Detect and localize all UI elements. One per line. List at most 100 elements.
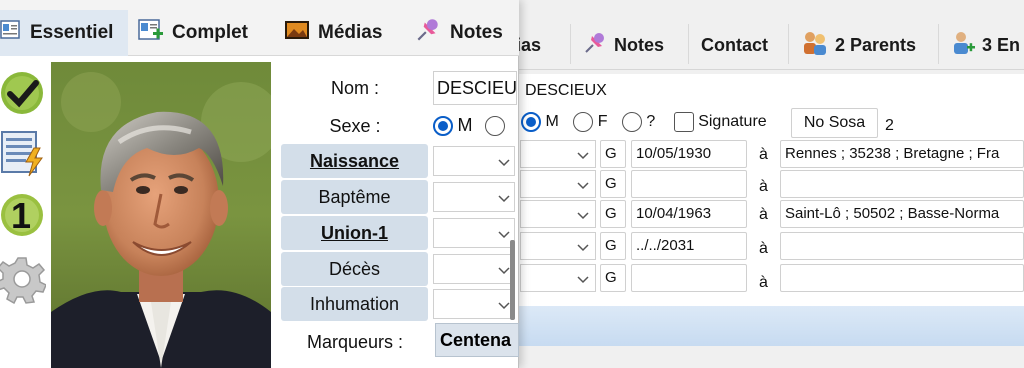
chevron-down-icon bbox=[577, 212, 589, 220]
sex-radio-f[interactable] bbox=[484, 115, 505, 136]
background-tab-bar: dias Notes Contact 2 Parents 3 En bbox=[505, 18, 1024, 70]
checkmark-icon[interactable] bbox=[0, 70, 46, 121]
gear-icon[interactable] bbox=[0, 254, 47, 309]
essential-icon bbox=[0, 19, 22, 47]
background-status-band bbox=[515, 306, 1024, 346]
tab-label: Complet bbox=[172, 22, 248, 43]
place-input[interactable] bbox=[780, 170, 1024, 198]
person-photo[interactable] bbox=[51, 62, 271, 368]
background-form: DESCIEUX M F ? Signature No Sosa 2 G 10/… bbox=[515, 74, 1024, 314]
tab-bar: Essentiel Complet Médias Notes bbox=[0, 10, 519, 56]
place-input[interactable] bbox=[780, 232, 1024, 260]
event-type-dropdown[interactable] bbox=[520, 140, 596, 168]
date-input[interactable] bbox=[631, 264, 747, 292]
tab-notes-back[interactable]: Notes bbox=[582, 30, 664, 60]
chevron-down-icon bbox=[577, 152, 589, 160]
date-input[interactable] bbox=[631, 170, 747, 198]
name-value-back: DESCIEUX bbox=[525, 82, 607, 99]
signature-checkbox[interactable] bbox=[673, 112, 694, 132]
event-type-dropdown[interactable] bbox=[520, 232, 596, 260]
sosa-number: 2 bbox=[885, 117, 894, 134]
event-button-bapteme[interactable]: Baptême bbox=[281, 180, 428, 214]
at-label: à bbox=[759, 146, 768, 163]
sex-radio-m-label: M bbox=[457, 115, 473, 135]
chevron-down-icon bbox=[577, 182, 589, 190]
date-qualifier-button[interactable]: G bbox=[600, 140, 626, 168]
tab-label: Notes bbox=[450, 22, 503, 43]
tab-essentiel[interactable]: Essentiel bbox=[0, 10, 128, 56]
event-button-deces[interactable]: Décès bbox=[281, 252, 428, 286]
name-input[interactable]: DESCIEU bbox=[433, 71, 517, 105]
chevron-down-icon bbox=[498, 231, 510, 239]
date-qualifier-button[interactable]: G bbox=[600, 232, 626, 260]
inhumation-dropdown[interactable] bbox=[433, 289, 515, 319]
tab-label: Contact bbox=[701, 34, 768, 55]
union-dropdown[interactable] bbox=[433, 218, 515, 248]
tab-parents-back[interactable]: 2 Parents bbox=[801, 30, 916, 60]
chevron-down-icon bbox=[577, 276, 589, 284]
pushpin-icon bbox=[582, 30, 608, 61]
place-input[interactable] bbox=[780, 264, 1024, 292]
event-type-dropdown[interactable] bbox=[520, 170, 596, 198]
side-toolbar: 1 bbox=[0, 56, 48, 368]
sex-radio-m-label: M bbox=[545, 113, 559, 130]
sex-radio-unknown[interactable] bbox=[621, 112, 642, 132]
date-input[interactable]: 10/05/1930 bbox=[631, 140, 747, 168]
sex-label: Sexe : bbox=[329, 116, 381, 136]
chevron-down-icon bbox=[498, 302, 510, 310]
person-editor-window: Essentiel Complet Médias Notes 1 Nom: D… bbox=[0, 0, 519, 368]
tab-label: Essentiel bbox=[30, 22, 114, 43]
event-type-dropdown[interactable] bbox=[520, 264, 596, 292]
at-label: à bbox=[759, 240, 768, 257]
date-input[interactable]: ../../2031 bbox=[631, 232, 747, 260]
tab-medias[interactable]: Médias bbox=[284, 10, 382, 56]
at-label: à bbox=[759, 178, 768, 195]
parents-icon bbox=[801, 30, 829, 61]
markers-button[interactable]: Centena bbox=[435, 323, 519, 357]
chevron-down-icon bbox=[577, 244, 589, 252]
background-footer bbox=[515, 346, 1024, 368]
date-qualifier-button[interactable]: G bbox=[600, 200, 626, 228]
date-qualifier-button[interactable]: G bbox=[600, 170, 626, 198]
event-type-dropdown[interactable] bbox=[520, 200, 596, 228]
tab-label: 3 En bbox=[982, 34, 1021, 55]
chevron-down-icon bbox=[498, 195, 510, 203]
sosa-button[interactable]: No Sosa bbox=[791, 108, 878, 138]
media-icon bbox=[284, 19, 310, 47]
complete-icon bbox=[138, 18, 164, 48]
at-label: à bbox=[759, 206, 768, 223]
tab-label: Médias bbox=[318, 22, 383, 43]
signature-label: Signature bbox=[698, 113, 767, 130]
date-qualifier-button[interactable]: G bbox=[600, 264, 626, 292]
name-label: Nom : bbox=[330, 78, 379, 98]
sex-radio-m[interactable] bbox=[433, 115, 453, 136]
markers-label: Marqueurs : bbox=[306, 332, 404, 352]
place-input[interactable]: Rennes ; 35238 ; Bretagne ; Fra bbox=[780, 140, 1024, 168]
deces-dropdown[interactable] bbox=[433, 254, 515, 284]
bapteme-dropdown[interactable] bbox=[433, 182, 515, 212]
date-input[interactable]: 10/04/1963 bbox=[631, 200, 747, 228]
number-one-badge-text: 1 bbox=[11, 195, 32, 236]
sex-radio-f[interactable] bbox=[573, 112, 594, 132]
tab-complet[interactable]: Complet bbox=[138, 10, 248, 56]
lightning-document-icon[interactable] bbox=[0, 128, 46, 185]
sex-radio-unknown-label: ? bbox=[646, 113, 656, 130]
vertical-scrollbar[interactable] bbox=[510, 240, 515, 320]
sex-radio-group-back: M F ? Signature bbox=[521, 112, 767, 132]
pushpin-icon bbox=[414, 16, 442, 50]
tab-children-back[interactable]: 3 En bbox=[950, 30, 1020, 60]
person-add-icon bbox=[950, 30, 976, 61]
chevron-down-icon bbox=[498, 159, 510, 167]
event-button-naissance[interactable]: Naissance bbox=[281, 144, 428, 178]
tab-label: Notes bbox=[614, 34, 665, 55]
tab-notes[interactable]: Notes bbox=[414, 10, 503, 56]
place-input[interactable]: Saint-Lô ; 50502 ; Basse-Norma bbox=[780, 200, 1024, 228]
event-button-union-1[interactable]: Union-1 bbox=[281, 216, 428, 250]
tab-contact-back[interactable]: Contact bbox=[701, 30, 768, 60]
sex-radio-m[interactable] bbox=[521, 112, 541, 132]
naissance-dropdown[interactable] bbox=[433, 146, 515, 176]
sex-radio-group: M bbox=[433, 115, 505, 136]
sex-radio-f-label: F bbox=[597, 113, 608, 130]
event-button-inhumation[interactable]: Inhumation bbox=[281, 287, 428, 321]
number-one-icon[interactable]: 1 bbox=[0, 192, 46, 243]
